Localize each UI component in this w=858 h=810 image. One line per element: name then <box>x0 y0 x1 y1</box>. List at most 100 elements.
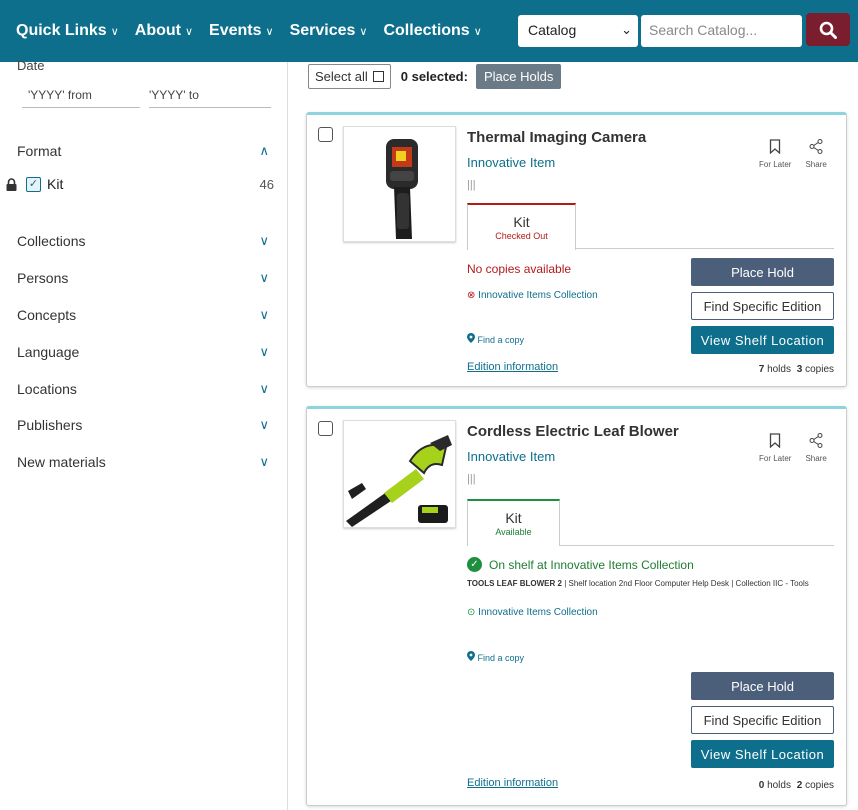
facet-language[interactable]: Language ∨ <box>17 344 269 360</box>
place-holds-button[interactable]: Place Holds <box>475 64 562 89</box>
edition-information-link[interactable]: Edition information <box>467 777 558 789</box>
for-later-button[interactable]: For Later <box>759 433 791 463</box>
nav-services[interactable]: Services ∨ <box>290 22 368 40</box>
item-title[interactable]: Thermal Imaging Camera <box>467 129 646 146</box>
facet-label: Collections <box>17 233 86 249</box>
select-all-button[interactable]: Select all <box>308 64 391 89</box>
chevron-down-icon: ∨ <box>259 417 269 432</box>
shelf-location-text: | Shelf location 2nd Floor Computer Help… <box>561 579 809 588</box>
facet-collections[interactable]: Collections ∨ <box>17 233 269 249</box>
collection-link[interactable]: ⊗ Innovative Items Collection <box>467 290 598 301</box>
check-circle-icon: ✓ <box>467 557 482 572</box>
facet-option-count: 46 <box>259 176 274 192</box>
collection-name: Innovative Items Collection <box>478 607 598 618</box>
tab-divider <box>576 248 834 249</box>
catalog-select[interactable]: Catalog ⌄ <box>518 15 638 47</box>
facet-persons[interactable]: Persons ∨ <box>17 270 269 286</box>
format-tab-kit[interactable]: Kit Checked Out <box>467 203 576 250</box>
map-pin-icon <box>467 333 475 343</box>
search-icon <box>819 21 837 39</box>
result-checkbox[interactable] <box>318 421 333 436</box>
view-shelf-location-button[interactable]: View Shelf Location <box>691 740 834 768</box>
date-to-input[interactable]: 'YYYY' to <box>149 88 271 108</box>
holds-count: 7 <box>758 364 765 375</box>
find-a-copy-link[interactable]: Find a copy <box>467 333 524 345</box>
facet-label: Language <box>17 344 80 360</box>
circle-x-icon: ⊗ <box>467 290 476 301</box>
chevron-down-icon: ∨ <box>110 25 119 38</box>
thermal-camera-image <box>386 139 418 239</box>
item-subtitle[interactable]: Innovative Item <box>467 449 555 464</box>
facet-publishers[interactable]: Publishers ∨ <box>17 417 269 433</box>
chevron-down-icon: ∨ <box>259 381 269 396</box>
share-label: Share <box>805 160 827 169</box>
availability-status: No copies available <box>467 262 572 276</box>
copies-label: copies <box>805 364 834 375</box>
find-specific-edition-button[interactable]: Find Specific Edition <box>691 292 834 320</box>
search-button[interactable] <box>806 13 850 46</box>
availability-status: ✓ On shelf at Innovative Items Collectio… <box>467 557 694 572</box>
facet-label: New materials <box>17 454 106 470</box>
date-from-input[interactable]: 'YYYY' from <box>22 88 140 108</box>
facet-sidebar: Date 'YYYY' from 'YYYY' to Format ∧ ✓ Ki… <box>0 58 288 810</box>
collection-link[interactable]: ⊙ Innovative Items Collection <box>467 607 598 618</box>
facet-locations[interactable]: Locations ∨ <box>17 381 269 397</box>
nav-quick-links[interactable]: Quick Links ∨ <box>16 22 119 40</box>
share-icon <box>809 139 823 154</box>
place-hold-button[interactable]: Place Hold <box>691 258 834 286</box>
nav-label: About <box>134 22 181 39</box>
chevron-down-icon: ⌄ <box>621 22 632 37</box>
share-button[interactable]: Share <box>805 433 827 463</box>
nav-about[interactable]: About ∨ <box>135 22 193 40</box>
share-button[interactable]: Share <box>805 139 827 169</box>
facet-label: Locations <box>17 381 77 397</box>
chevron-down-icon: ∨ <box>265 25 274 38</box>
nav-events[interactable]: Events ∨ <box>209 22 274 40</box>
nav-collections[interactable]: Collections ∨ <box>383 22 481 40</box>
chevron-down-icon: ∨ <box>259 454 269 469</box>
lock-icon <box>6 177 17 191</box>
format-tab-kit[interactable]: Kit Available <box>467 499 560 546</box>
map-pin-icon <box>467 651 475 661</box>
copies-count: 3 <box>796 364 803 375</box>
checkbox-checked-icon[interactable]: ✓ <box>26 176 41 192</box>
result-card: Thermal Imaging Camera Innovative Item |… <box>306 112 847 387</box>
find-a-copy-link[interactable]: Find a copy <box>467 651 524 663</box>
for-later-button[interactable]: For Later <box>759 139 791 169</box>
catalog-select-value: Catalog <box>528 22 577 38</box>
item-title[interactable]: Cordless Electric Leaf Blower <box>467 423 679 440</box>
holds-label: holds <box>767 364 791 375</box>
facet-option-kit[interactable]: ✓ Kit 46 <box>6 176 274 192</box>
find-a-copy-label: Find a copy <box>477 335 525 345</box>
collection-name: Innovative Items Collection <box>478 290 598 301</box>
call-number: TOOLS LEAF BLOWER 2 <box>467 579 562 588</box>
item-thumbnail-thermal-camera[interactable] <box>343 126 456 242</box>
facet-label: Publishers <box>17 417 83 433</box>
chevron-down-icon: ∨ <box>473 25 482 38</box>
facet-concepts[interactable]: Concepts ∨ <box>17 307 269 323</box>
for-later-label: For Later <box>759 454 792 463</box>
place-hold-button[interactable]: Place Hold <box>691 672 834 700</box>
result-checkbox[interactable] <box>318 127 333 142</box>
facet-format[interactable]: Format ∧ <box>17 143 269 159</box>
item-actions: For Later Share <box>759 433 827 463</box>
edition-information-link[interactable]: Edition information <box>467 361 558 373</box>
holds-copies-summary: 7 holds 3 copies <box>759 364 834 375</box>
holds-label: holds <box>767 780 791 791</box>
chevron-down-icon: ∨ <box>184 25 194 38</box>
item-subtitle[interactable]: Innovative Item <box>467 155 555 170</box>
for-later-label: For Later <box>759 160 792 169</box>
find-specific-edition-button[interactable]: Find Specific Edition <box>691 706 834 734</box>
view-shelf-location-button[interactable]: View Shelf Location <box>691 326 834 354</box>
facet-new-materials[interactable]: New materials ∨ <box>17 454 269 470</box>
copies-label: copies <box>805 780 834 791</box>
result-card: Cordless Electric Leaf Blower Innovative… <box>306 406 847 806</box>
share-label: Share <box>805 454 827 463</box>
format-label: Kit <box>505 510 522 526</box>
item-thumbnail-leaf-blower[interactable] <box>343 420 456 528</box>
format-status: Available <box>495 527 532 537</box>
search-input[interactable]: Search Catalog... <box>641 15 802 47</box>
chevron-down-icon: ∨ <box>259 270 269 285</box>
facet-label: Persons <box>17 270 69 286</box>
chevron-up-icon: ∧ <box>259 143 269 158</box>
